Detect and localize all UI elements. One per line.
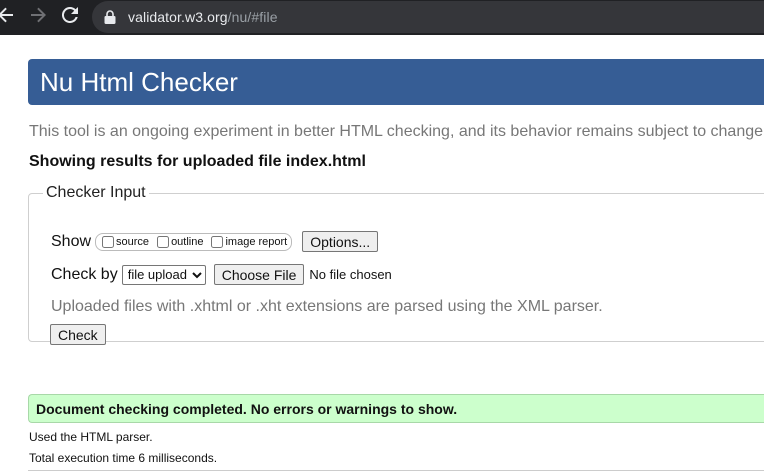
show-options-row: Show source outline image report Options… [51,231,379,252]
address-bar[interactable]: validator.w3.org/nu/#file [92,1,764,33]
parser-info: Used the HTML parser. [29,430,153,444]
check-by-label: Check by [51,265,118,283]
browser-toolbar: validator.w3.org/nu/#file [0,0,764,35]
back-button[interactable] [0,4,18,32]
url-path: /nu/#file [227,9,278,25]
check-button[interactable]: Check [50,324,106,345]
execution-time-info: Total execution time 6 milliseconds. [29,451,218,465]
forward-button[interactable] [24,4,52,32]
xml-parser-hint: Uploaded files with .xhtml or .xht exten… [51,298,603,315]
choose-file-button[interactable]: Choose File [213,264,305,285]
show-options-group: source outline image report [95,232,293,251]
show-image-report-checkbox[interactable] [211,235,224,248]
intro-text: This tool is an ongoing experiment in be… [29,123,764,140]
show-outline-option[interactable]: outline [157,235,204,248]
reload-button[interactable] [56,4,84,32]
success-message-box: Document checking completed. No errors o… [28,394,764,423]
checker-input-fieldset: Checker Input Show source outline image … [28,184,764,345]
show-source-label: source [116,235,150,248]
page-header: Nu Html Checker [28,59,764,105]
show-outline-checkbox[interactable] [157,235,170,248]
success-message: Document checking completed. No errors o… [36,401,458,417]
page-title: Nu Html Checker [40,67,238,97]
check-by-row: Check by file upload Choose File No file… [51,264,392,285]
lock-icon [104,10,118,24]
show-outline-label: outline [171,235,204,248]
show-label: Show [51,232,92,250]
url-host: validator.w3.org [128,9,228,25]
check-by-select[interactable]: file upload [121,264,206,285]
show-image-report-option[interactable]: image report [211,235,288,248]
show-image-report-label: image report [225,235,288,248]
results-heading: Showing results for uploaded file index.… [29,153,366,170]
arrow-left-icon [0,7,14,28]
show-source-checkbox[interactable] [102,235,115,248]
divider [28,470,764,471]
url-text: validator.w3.org/nu/#file [128,9,278,25]
options-button[interactable]: Options... [302,231,379,252]
no-file-chosen-text: No file chosen [309,267,392,282]
checker-input-legend: Checker Input [46,184,146,201]
reload-icon [61,6,78,28]
show-source-option[interactable]: source [102,235,150,248]
arrow-right-icon [30,7,46,28]
